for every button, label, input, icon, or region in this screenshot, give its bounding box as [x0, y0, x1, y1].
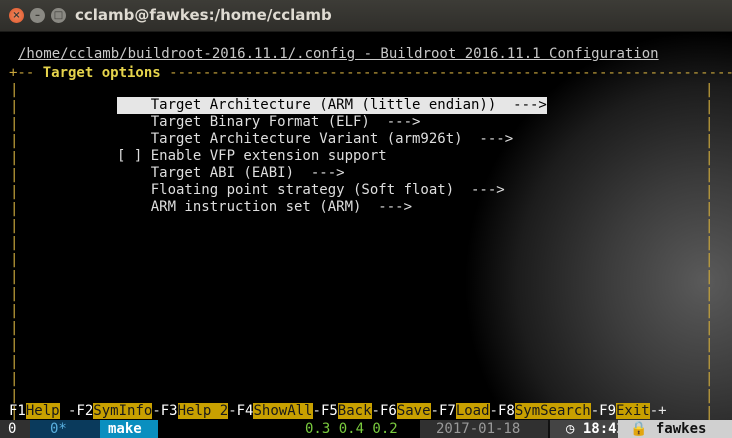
- frame-prefix: +--: [9, 65, 43, 81]
- frame-right-border: | | | | | | | | | | | | | | | | | | | |: [705, 82, 714, 421]
- minimize-icon[interactable]: –: [30, 8, 45, 23]
- clock-icon: ◷: [566, 421, 575, 437]
- menu-item-floating-point[interactable]: Floating point strategy (Soft float) ---…: [117, 182, 505, 199]
- config-path: /home/cclamb/buildroot-2016.11.1/.config…: [18, 46, 659, 62]
- section-title: Target options: [42, 65, 161, 81]
- tmux-status-bar: 0 0* make 0.3 0.4 0.2 2017-01-18 ◷ 18:42…: [0, 420, 732, 438]
- fkey-back[interactable]: Back: [337, 403, 372, 419]
- fkey-f1[interactable]: F1: [9, 403, 26, 419]
- tmux-window-0[interactable]: 0: [0, 420, 30, 438]
- fkey-showall[interactable]: ShowAll: [253, 403, 313, 419]
- lock-icon: 🔒: [630, 421, 648, 437]
- status-time: ◷ 18:42: [550, 420, 625, 438]
- fkey-f6[interactable]: F6: [380, 403, 397, 419]
- load-average: 0.3 0.4 0.2: [305, 421, 398, 437]
- status-date: 2017-01-18: [420, 420, 548, 438]
- fkey-f4[interactable]: F4: [237, 403, 254, 419]
- fkey-f7[interactable]: F7: [439, 403, 456, 419]
- menu-item-architecture-variant[interactable]: Target Architecture Variant (arm926t) --…: [117, 131, 513, 148]
- frame-suffix: ----------------------------------------…: [160, 65, 732, 81]
- tmux-window-1[interactable]: 0*: [30, 420, 100, 438]
- menu-frame-top: +-- Target options ---------------------…: [9, 65, 732, 82]
- function-key-bar: F1Help -F2SymInfo-F3Help 2-F4ShowAll-F5B…: [9, 403, 667, 419]
- menu-item-arm-instruction-set[interactable]: ARM instruction set (ARM) --->: [117, 199, 412, 216]
- fkey-help2[interactable]: Help 2: [177, 403, 229, 419]
- menu-item-target-architecture[interactable]: Target Architecture (ARM (little endian)…: [117, 97, 547, 114]
- tmux-window-name[interactable]: make: [100, 420, 158, 438]
- menu-item-enable-vfp[interactable]: [ ] Enable VFP extension support: [117, 148, 387, 165]
- frame-left-border: | | | | | | | | | | | | | | | | | | | |: [10, 82, 19, 421]
- fkey-f3[interactable]: F3: [161, 403, 178, 419]
- close-icon[interactable]: ×: [9, 8, 24, 23]
- terminal[interactable]: /home/cclamb/buildroot-2016.11.1/.config…: [0, 32, 732, 438]
- fkey-save[interactable]: Save: [396, 403, 431, 419]
- fkey-f8[interactable]: F8: [498, 403, 515, 419]
- fkey-exit[interactable]: Exit: [616, 403, 650, 419]
- fkey-syminfo[interactable]: SymInfo: [93, 403, 153, 419]
- window-titlebar: × – □ cclamb@fawkes:/home/cclamb: [0, 0, 732, 32]
- window-title: cclamb@fawkes:/home/cclamb: [75, 6, 332, 24]
- fkey-help[interactable]: Help: [25, 403, 60, 419]
- fkey-f5[interactable]: F5: [321, 403, 338, 419]
- menu-item-target-abi[interactable]: Target ABI (EABI) --->: [117, 165, 345, 182]
- fkey-f9[interactable]: F9: [599, 403, 616, 419]
- status-host-value: fawkes: [655, 421, 707, 437]
- fkey-load[interactable]: Load: [455, 403, 490, 419]
- menu-item-target-binary-format[interactable]: Target Binary Format (ELF) --->: [117, 114, 421, 131]
- fkey-symsearch[interactable]: SymSearch: [514, 403, 591, 419]
- fkey-f2[interactable]: F2: [76, 403, 93, 419]
- status-host: 🔒 fawkes: [618, 420, 732, 438]
- maximize-icon[interactable]: □: [51, 8, 66, 23]
